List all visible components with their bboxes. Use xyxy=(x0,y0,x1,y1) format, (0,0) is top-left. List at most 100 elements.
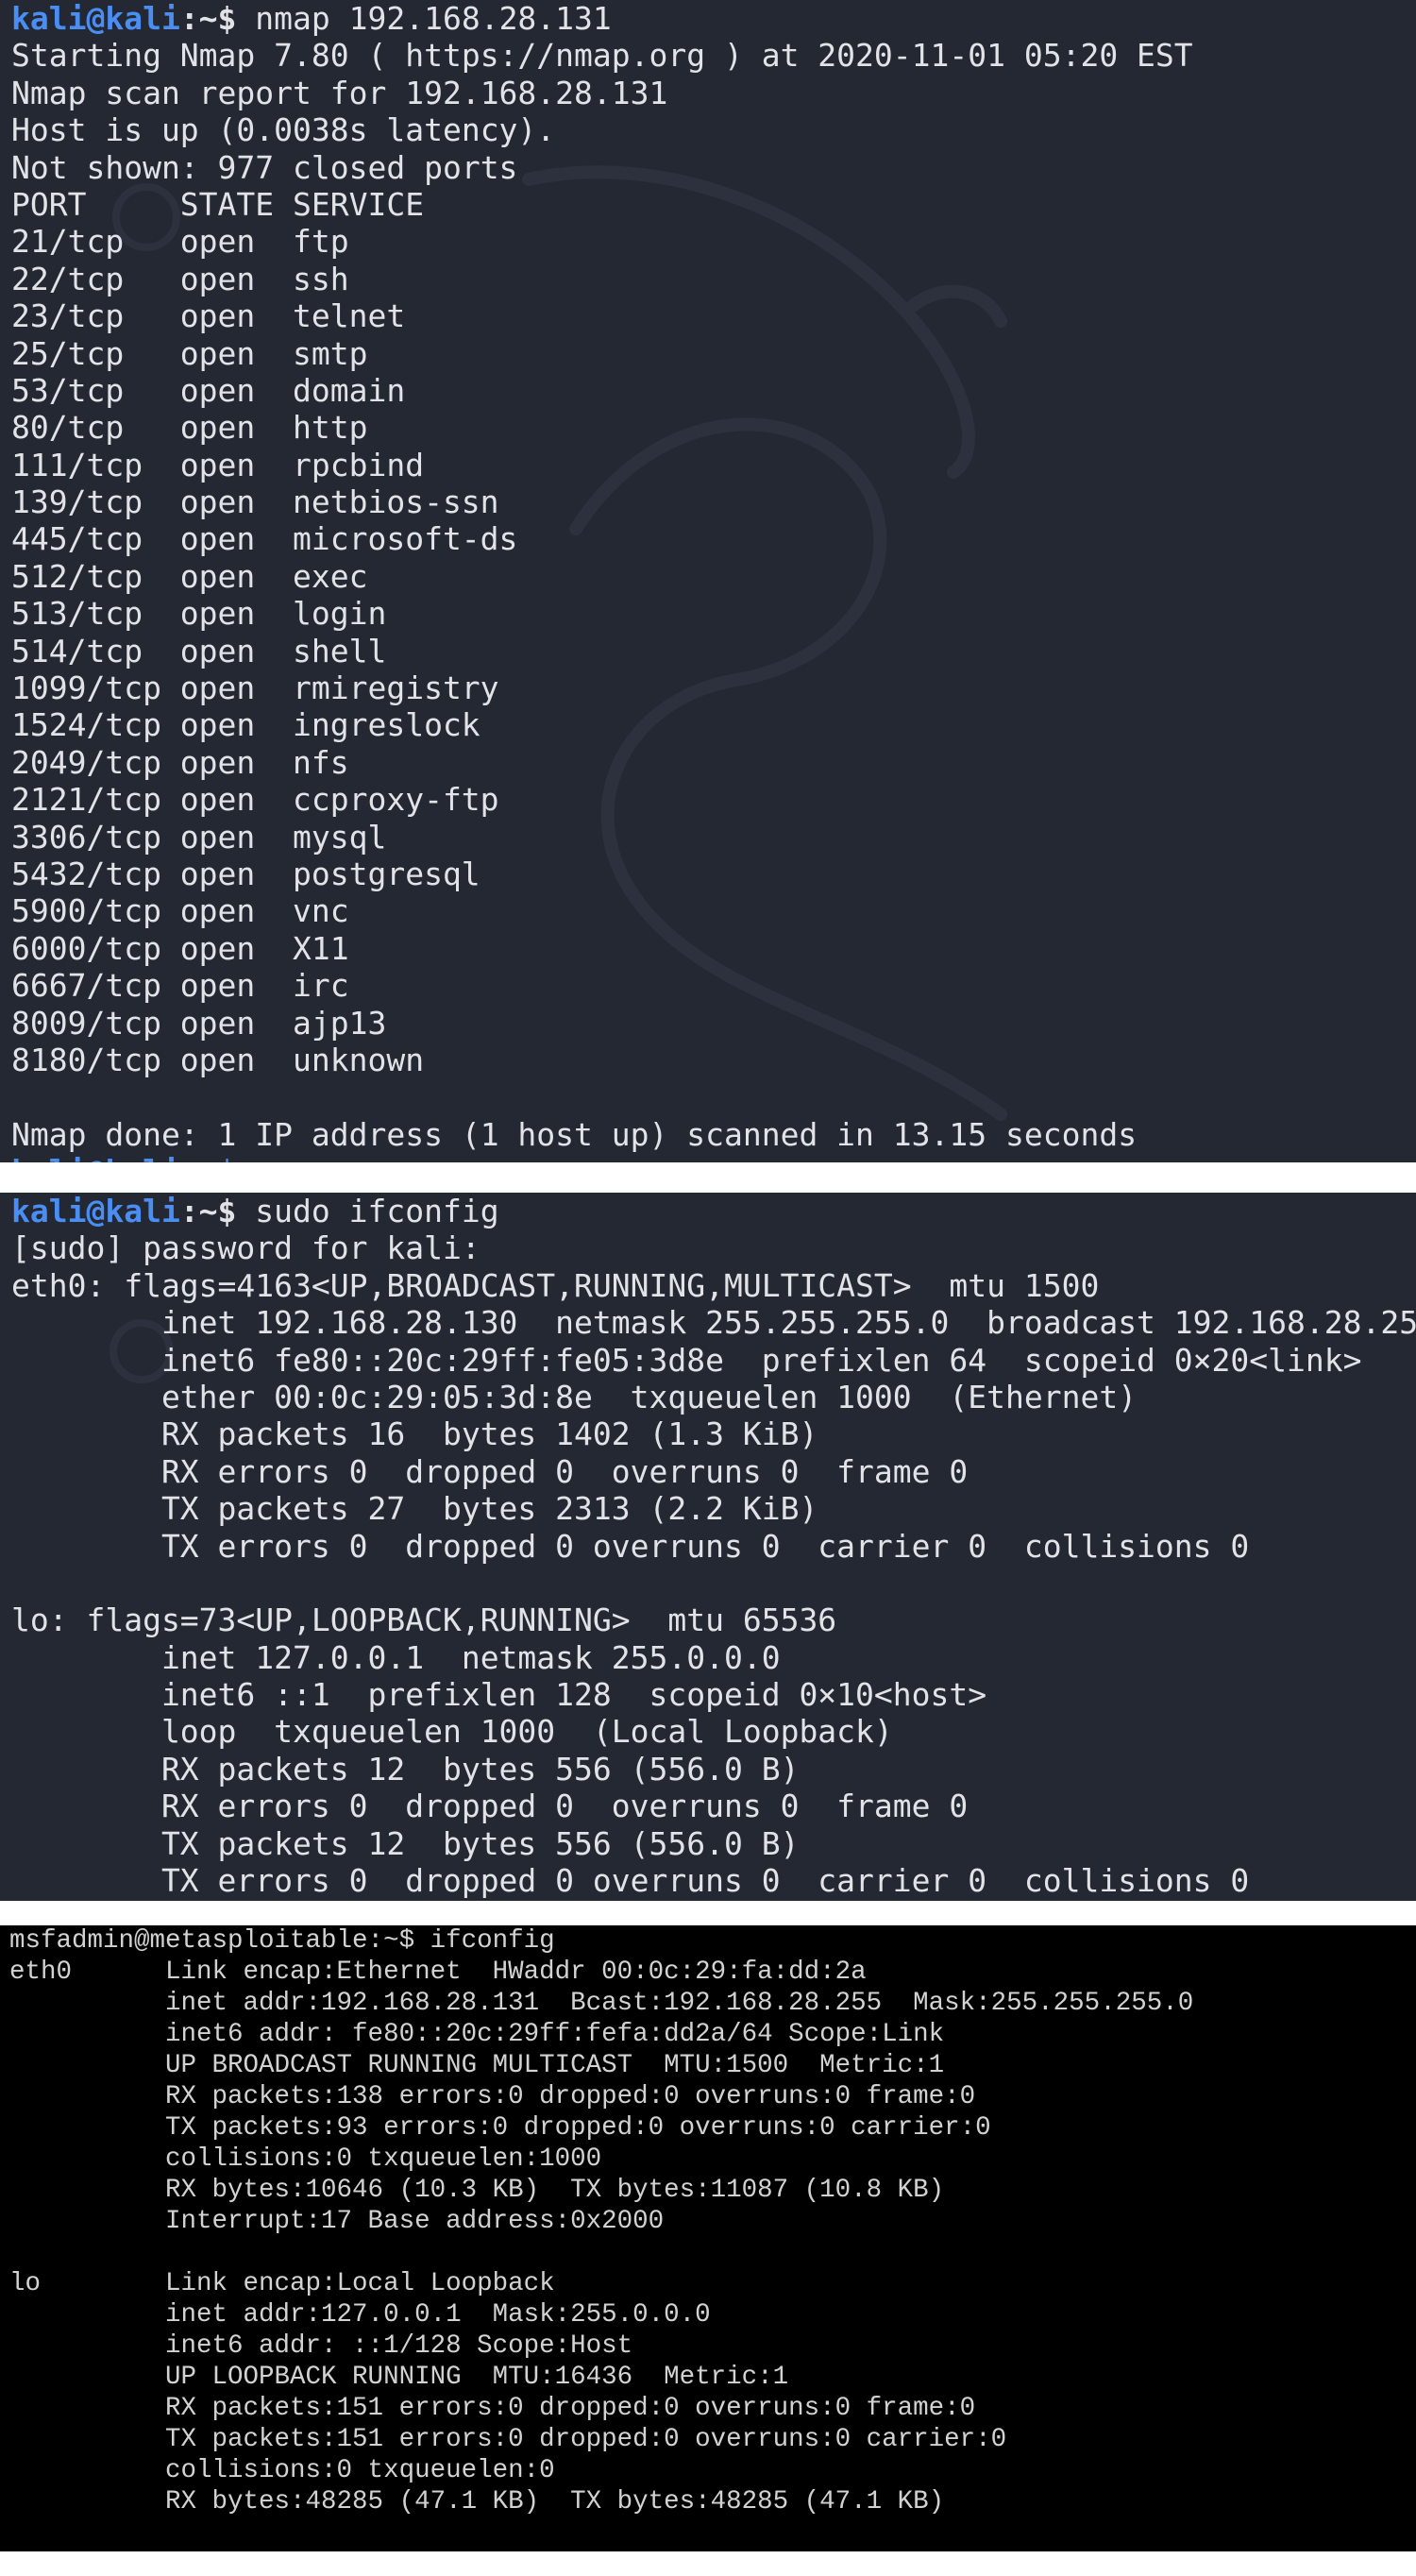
port-port: 6000/tcp xyxy=(11,929,161,967)
port-service: microsoft-ds xyxy=(293,520,518,558)
port-service: ccproxy-ftp xyxy=(293,781,499,819)
port-port: 513/tcp xyxy=(11,595,143,633)
port-port: 53/tcp xyxy=(11,371,125,409)
nmap-summary: Nmap done: 1 IP address (1 host up) scan… xyxy=(11,1115,1138,1153)
port-port: 139/tcp xyxy=(11,483,143,521)
output-line: RX packets 16 bytes 1402 (1.3 KiB) xyxy=(11,1415,818,1453)
port-port: 111/tcp xyxy=(11,446,143,483)
output-line: ether 00:0c:29:05:3d:8e txqueuelen 1000 … xyxy=(11,1378,1138,1415)
output-line: Host is up (0.0038s latency). xyxy=(11,111,556,149)
output-line: eth0: flags=4163<UP,BROADCAST,RUNNING,MU… xyxy=(11,1266,1100,1304)
port-service: ssh xyxy=(293,260,349,297)
port-row: 5432/tcp open postgresql xyxy=(11,856,1416,892)
port-service: ingreslock xyxy=(293,706,480,744)
kali-ifconfig-terminal[interactable]: kali@kali:~$ sudo ifconfig [sudo] passwo… xyxy=(0,1193,1416,1901)
nmap-terminal[interactable]: kali@kali:~$ nmap 192.168.28.131 Startin… xyxy=(0,0,1416,1162)
port-state: open xyxy=(179,1004,256,1042)
port-service: http xyxy=(293,409,368,447)
output-line: inet 127.0.0.1 netmask 255.0.0.0 xyxy=(11,1638,781,1676)
port-row: 5900/tcp open vnc xyxy=(11,892,1416,929)
output-line: inet addr:127.0.0.1 Mask:255.0.0.0 xyxy=(9,2300,711,2330)
port-row: 80/tcp open http xyxy=(11,409,1416,446)
port-row: 1524/tcp open ingreslock xyxy=(11,706,1416,743)
metasploitable-terminal[interactable]: msfadmin@metasploitable:~$ ifconfig eth0 … xyxy=(0,1925,1416,2551)
port-port: 21/tcp xyxy=(11,223,125,261)
port-service: ftp xyxy=(293,223,349,261)
port-state: open xyxy=(179,855,256,892)
port-state: open xyxy=(179,446,256,483)
command-prompt-line: kali@kali:~$ nmap 192.168.28.131 xyxy=(11,0,1416,37)
output-line: lo Link encap:Local Loopback xyxy=(9,2269,555,2298)
output-line: TX packets 12 bytes 556 (556.0 B) xyxy=(11,1824,800,1862)
port-state: open xyxy=(179,1041,256,1078)
port-port: 22/tcp xyxy=(11,260,125,297)
output-line: RX bytes:48285 (47.1 KB) TX bytes:48285 … xyxy=(9,2487,945,2517)
output-line: collisions:0 txqueuelen:0 xyxy=(9,2456,555,2485)
command-prompt-line: kali@kali:~$ sudo ifconfig xyxy=(11,1193,1416,1229)
port-service: exec xyxy=(293,557,368,595)
port-port: 514/tcp xyxy=(11,632,143,669)
port-service: unknown xyxy=(293,1041,425,1078)
command-prompt-line: msfadmin@metasploitable:~$ ifconfig xyxy=(9,1926,555,1956)
ifconfig-lines: [sudo] password for kali: eth0: flags=416… xyxy=(11,1229,1416,1899)
port-port: 6667/tcp xyxy=(11,967,161,1005)
port-row: 514/tcp open shell xyxy=(11,633,1416,669)
metasploitable-output: msfadmin@metasploitable:~$ ifconfig eth0 … xyxy=(9,1925,1416,2517)
port-service: domain xyxy=(293,371,406,409)
port-port: 5900/tcp xyxy=(11,892,161,930)
port-row: 53/tcp open domain xyxy=(11,372,1416,409)
port-service: smtp xyxy=(293,334,368,372)
output-line: UP BROADCAST RUNNING MULTICAST MTU:1500 … xyxy=(9,2051,945,2080)
port-state: open xyxy=(179,557,256,595)
output-line: TX packets:93 errors:0 dropped:0 overrun… xyxy=(9,2113,991,2143)
output-line: RX bytes:10646 (10.3 KB) TX bytes:11087 … xyxy=(9,2176,945,2205)
command-text: sudo ifconfig xyxy=(236,1193,499,1229)
port-state: open xyxy=(179,260,256,297)
port-service: mysql xyxy=(293,818,387,856)
port-port: 80/tcp xyxy=(11,409,125,447)
port-service: rmiregistry xyxy=(293,669,499,707)
port-state: open xyxy=(179,781,256,819)
port-state: open xyxy=(179,483,256,521)
port-port: 2049/tcp xyxy=(11,743,161,781)
port-row: 8180/tcp open unknown xyxy=(11,1042,1416,1078)
port-state: open xyxy=(179,520,256,558)
port-state: open xyxy=(179,967,256,1005)
output-line: loop txqueuelen 1000 (Local Loopback) xyxy=(11,1713,893,1751)
output-line: inet6 addr: fe80::20c:29ff:fefa:dd2a/64 … xyxy=(9,2020,945,2049)
prompt-path: :~$ xyxy=(179,1193,237,1229)
port-port: 2121/tcp xyxy=(11,781,161,819)
output-line: inet 192.168.28.130 netmask 255.255.255.… xyxy=(11,1304,1416,1342)
output-line: collisions:0 txqueuelen:1000 xyxy=(9,2144,602,2174)
port-port: 1099/tcp xyxy=(11,669,161,707)
port-row: 6000/tcp open X11 xyxy=(11,930,1416,967)
output-line: RX packets:138 errors:0 dropped:0 overru… xyxy=(9,2082,976,2111)
port-service: telnet xyxy=(293,297,406,335)
port-service: postgresql xyxy=(293,855,480,892)
port-service: vnc xyxy=(293,892,349,930)
prompt-path: :~$ xyxy=(179,0,237,37)
prompt-user: kali@kali xyxy=(11,1193,180,1229)
port-state: open xyxy=(179,409,256,447)
port-row: 111/tcp open rpcbind xyxy=(11,447,1416,483)
output-line: inet6 addr: ::1/128 Scope:Host xyxy=(9,2331,633,2361)
output-line: inet6 fe80::20c:29ff:fe05:3d8e prefixlen… xyxy=(11,1341,1362,1379)
port-row: 6667/tcp open irc xyxy=(11,967,1416,1004)
output-line: RX errors 0 dropped 0 overruns 0 frame 0 xyxy=(11,1788,969,1825)
port-state: open xyxy=(179,669,256,707)
output-line: Interrupt:17 Base address:0x2000 xyxy=(9,2207,665,2236)
port-row: 445/tcp open microsoft-ds xyxy=(11,520,1416,557)
output-line: RX packets:151 errors:0 dropped:0 overru… xyxy=(9,2394,976,2423)
output-line: inet6 ::1 prefixlen 128 scopeid 0×10<hos… xyxy=(11,1676,987,1714)
port-service: X11 xyxy=(293,929,349,967)
port-port: 3306/tcp xyxy=(11,818,161,856)
port-service: netbios-ssn xyxy=(293,483,499,521)
output-line: eth0 Link encap:Ethernet HWaddr 00:0c:29… xyxy=(9,1957,867,1987)
port-port: 8180/tcp xyxy=(11,1041,161,1078)
port-row: 8009/tcp open ajp13 xyxy=(11,1005,1416,1042)
output-line: RX errors 0 dropped 0 overruns 0 frame 0 xyxy=(11,1452,969,1490)
output-line: Nmap scan report for 192.168.28.131 xyxy=(11,74,668,111)
output-line: Starting Nmap 7.80 ( https://nmap.org ) … xyxy=(11,37,1193,75)
port-row: 139/tcp open netbios-ssn xyxy=(11,483,1416,520)
